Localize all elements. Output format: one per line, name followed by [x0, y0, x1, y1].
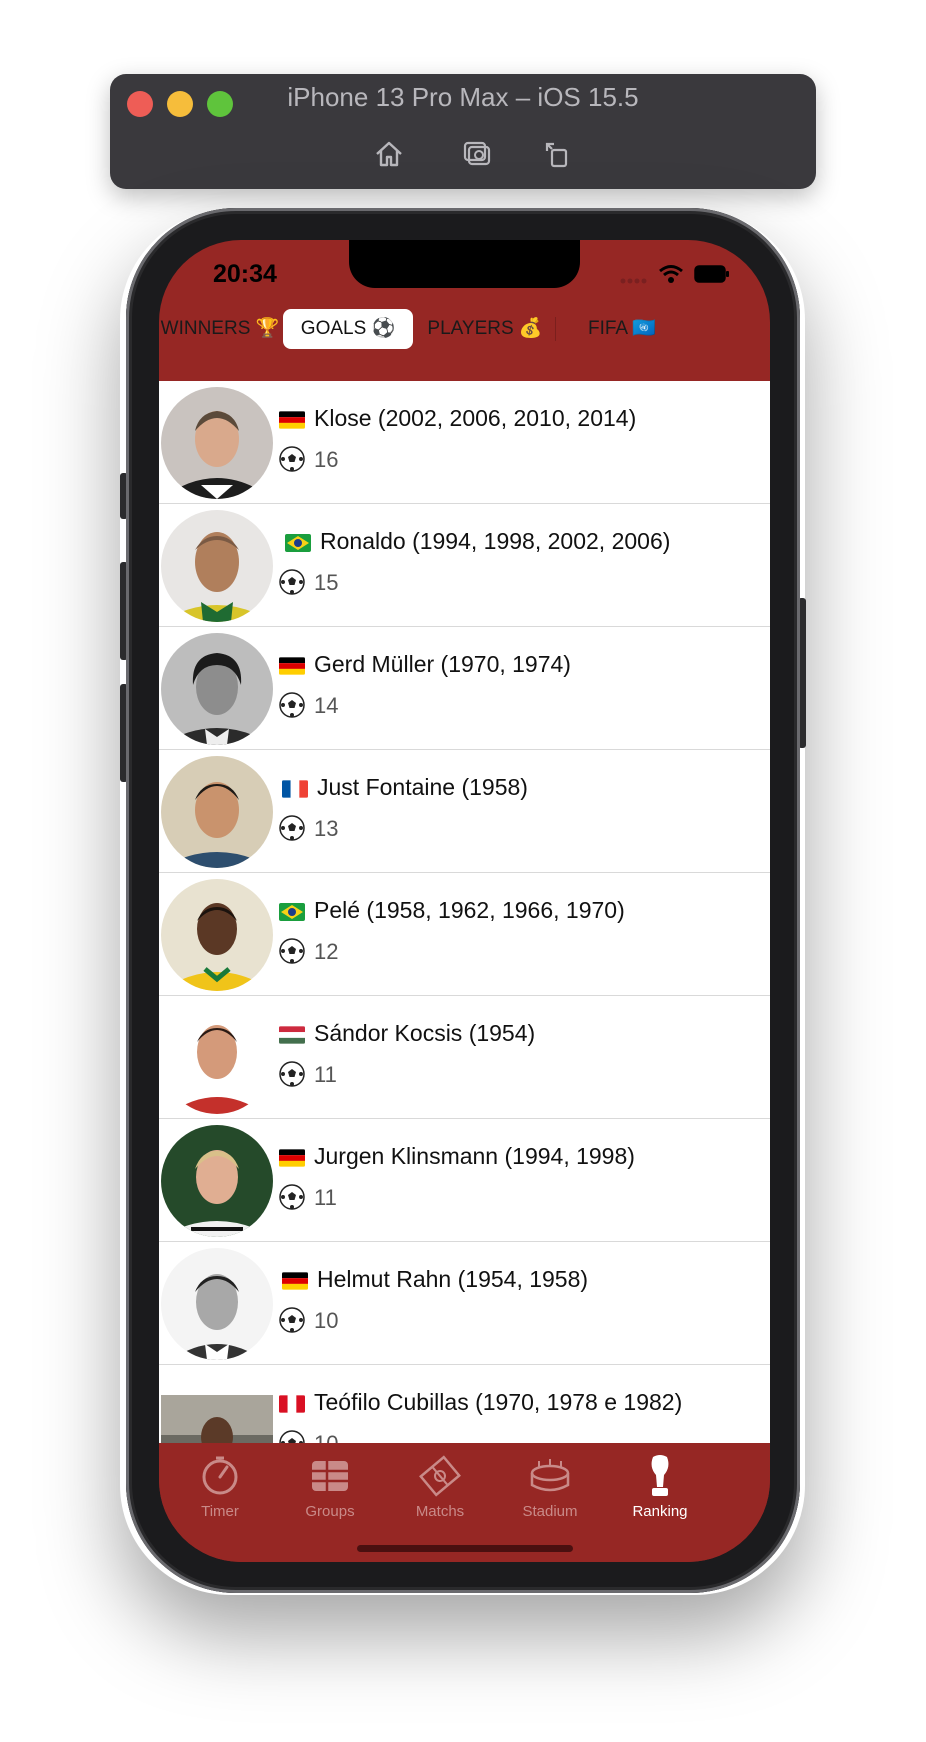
groups-icon	[312, 1461, 348, 1491]
trophy-icon	[651, 1455, 669, 1496]
player-photo	[161, 1125, 273, 1237]
player-photo	[161, 633, 273, 745]
goal-count: 11	[314, 1062, 337, 1087]
list-item[interactable]: Ronaldo (1994, 1998, 2002, 2006) 15	[159, 504, 770, 627]
player-photo	[161, 1395, 273, 1443]
player-name: Teófilo Cubillas (1970, 1978 e 1982)	[314, 1389, 683, 1415]
tab-groups[interactable]: Groups	[269, 1443, 391, 1520]
goal-count: 11	[314, 1185, 337, 1210]
simulator-title: iPhone 13 Pro Max – iOS 15.5	[287, 82, 639, 112]
status-icons	[620, 262, 730, 286]
battery-icon	[694, 265, 730, 283]
player-photo	[161, 879, 273, 991]
goal-count: 12	[314, 939, 339, 964]
list-item[interactable]: Sándor Kocsis (1954) 11	[159, 996, 770, 1119]
rotate-icon[interactable]	[540, 137, 574, 171]
list-item[interactable]: Pelé (1958, 1962, 1966, 1970) 12	[159, 873, 770, 996]
phone-screen: 20:34 WINNERS 🏆 GOALS ⚽ PLAYERS 💰 FIFA 🇺…	[159, 240, 770, 1562]
flag-germany-icon	[279, 657, 305, 675]
player-name: Jurgen Klinsmann (1994, 1998)	[314, 1143, 635, 1169]
tab-label: Timer	[201, 1503, 239, 1520]
player-photo	[161, 1002, 273, 1114]
player-photo	[161, 387, 273, 499]
segment-divider	[555, 317, 556, 341]
soccer-ball-icon	[279, 938, 305, 964]
tab-label: Groups	[305, 1503, 355, 1520]
segment-goals[interactable]: GOALS ⚽	[283, 309, 413, 349]
tab-ranking[interactable]: Ranking	[599, 1443, 721, 1520]
flag-germany-icon	[279, 411, 305, 429]
soccer-ball-icon	[279, 1061, 305, 1087]
soccer-ball-icon	[279, 569, 305, 595]
player-name: Pelé (1958, 1962, 1966, 1970)	[314, 897, 625, 923]
flag-hungary-icon	[279, 1026, 305, 1044]
player-name: Sándor Kocsis (1954)	[314, 1020, 536, 1046]
soccer-ball-icon	[279, 446, 305, 472]
flag-germany-icon	[279, 1149, 305, 1167]
soccer-ball-icon	[279, 692, 305, 718]
player-name: Klose (2002, 2006, 2010, 2014)	[314, 405, 637, 431]
home-indicator[interactable]	[357, 1545, 573, 1552]
soccer-ball-icon	[279, 1307, 305, 1333]
player-photo	[161, 756, 273, 868]
flag-france-icon	[282, 780, 308, 798]
list-item[interactable]: Klose (2002, 2006, 2010, 2014) 16	[159, 381, 770, 504]
tab-label: Matchs	[415, 1503, 465, 1520]
goal-count: 15	[314, 570, 339, 595]
flag-germany-icon	[282, 1272, 308, 1290]
segment-fifa[interactable]: FIFA 🇺🇳	[557, 309, 687, 349]
flag-peru-icon	[279, 1395, 305, 1413]
tab-timer[interactable]: Timer	[159, 1443, 281, 1520]
screenshot-icon[interactable]	[460, 137, 494, 171]
segment-players[interactable]: PLAYERS 💰	[417, 309, 553, 349]
goal-count: 14	[314, 693, 339, 718]
soccer-ball-icon	[279, 1184, 305, 1210]
tab-stadium[interactable]: Stadium	[489, 1443, 611, 1520]
timer-icon	[202, 1456, 238, 1495]
status-time: 20:34	[213, 260, 277, 288]
list-item[interactable]: Teófilo Cubillas (1970, 1978 e 1982) 10	[159, 1365, 770, 1443]
list-item[interactable]: Helmut Rahn (1954, 1958) 10	[159, 1242, 770, 1365]
ranking-segment-control: WINNERS 🏆 GOALS ⚽ PLAYERS 💰 FIFA 🇺🇳	[159, 309, 770, 353]
notch	[349, 240, 580, 288]
soccer-ball-icon	[279, 815, 305, 841]
matchs-icon	[419, 1455, 461, 1497]
tab-matchs[interactable]: Matchs	[379, 1443, 501, 1520]
soccer-ball-icon	[279, 1430, 305, 1443]
home-icon[interactable]	[372, 137, 406, 171]
player-photo	[161, 1248, 273, 1360]
segment-winners[interactable]: WINNERS 🏆	[159, 309, 281, 349]
list-item[interactable]: Gerd Müller (1970, 1974) 14	[159, 627, 770, 750]
player-photo	[161, 510, 273, 622]
player-name: Just Fontaine (1958)	[317, 774, 528, 800]
top-scorers-list[interactable]: Klose (2002, 2006, 2010, 2014) 16 Ronald…	[159, 381, 770, 1443]
goal-count: 13	[314, 816, 339, 841]
flag-brazil-icon	[285, 534, 311, 552]
stadium-icon	[530, 1459, 570, 1492]
list-item[interactable]: Jurgen Klinsmann (1994, 1998) 11	[159, 1119, 770, 1242]
goal-count: 10	[314, 1431, 338, 1443]
player-name: Ronaldo (1994, 1998, 2002, 2006)	[320, 528, 671, 554]
player-name: Helmut Rahn (1954, 1958)	[317, 1266, 589, 1292]
goal-count: 16	[314, 447, 339, 472]
wifi-icon	[658, 264, 684, 284]
player-name: Gerd Müller (1970, 1974)	[314, 651, 571, 677]
cellular-icon	[620, 271, 648, 284]
tab-label: Stadium	[522, 1503, 578, 1520]
list-item[interactable]: Just Fontaine (1958) 13	[159, 750, 770, 873]
goal-count: 10	[314, 1308, 339, 1333]
tab-label: Ranking	[632, 1503, 688, 1520]
flag-brazil-icon	[279, 903, 305, 921]
